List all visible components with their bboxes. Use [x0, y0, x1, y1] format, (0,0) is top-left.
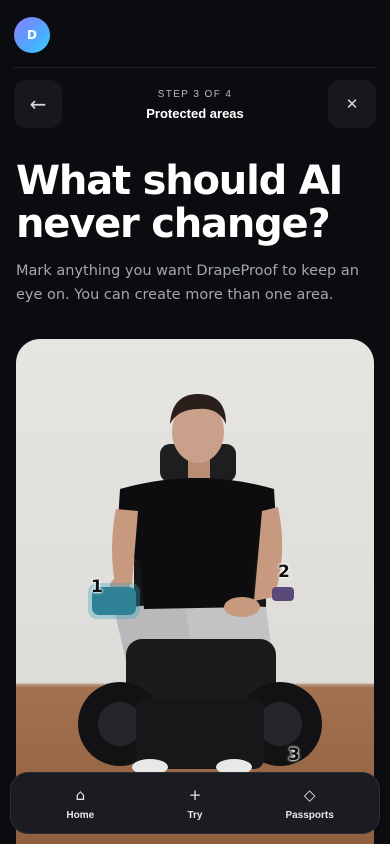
wheelchair-person-illustration — [16, 394, 374, 844]
plus-icon: + — [188, 785, 202, 804]
bottom-tab-bar: ⌂ Home + Try ◇ Passports — [10, 772, 380, 834]
avatar[interactable]: D — [14, 17, 50, 53]
page-description: Mark anything you want DrapeProof to kee… — [16, 263, 359, 303]
close-icon: ✕ — [345, 95, 359, 113]
protected-area-marker-1[interactable]: 1 — [91, 577, 103, 597]
subject-photo[interactable]: 1 2 3 — [16, 339, 374, 844]
home-icon: ⌂ — [75, 785, 86, 804]
tab-label: Try — [187, 809, 203, 821]
header-divider — [14, 67, 376, 68]
diamond-icon: ◇ — [303, 785, 316, 804]
tab-home[interactable]: ⌂ Home — [35, 786, 125, 821]
tab-try[interactable]: + Try — [150, 786, 240, 821]
protected-area-marker-2[interactable]: 2 — [278, 562, 290, 582]
page-headline: What should AI never change? — [16, 158, 343, 247]
tab-label: Home — [66, 809, 95, 821]
tab-label: Passports — [285, 809, 334, 821]
protected-area-marker-3[interactable]: 3 — [288, 745, 300, 765]
tab-passports[interactable]: ◇ Passports — [265, 786, 355, 821]
close-button[interactable]: ✕ — [328, 80, 376, 128]
